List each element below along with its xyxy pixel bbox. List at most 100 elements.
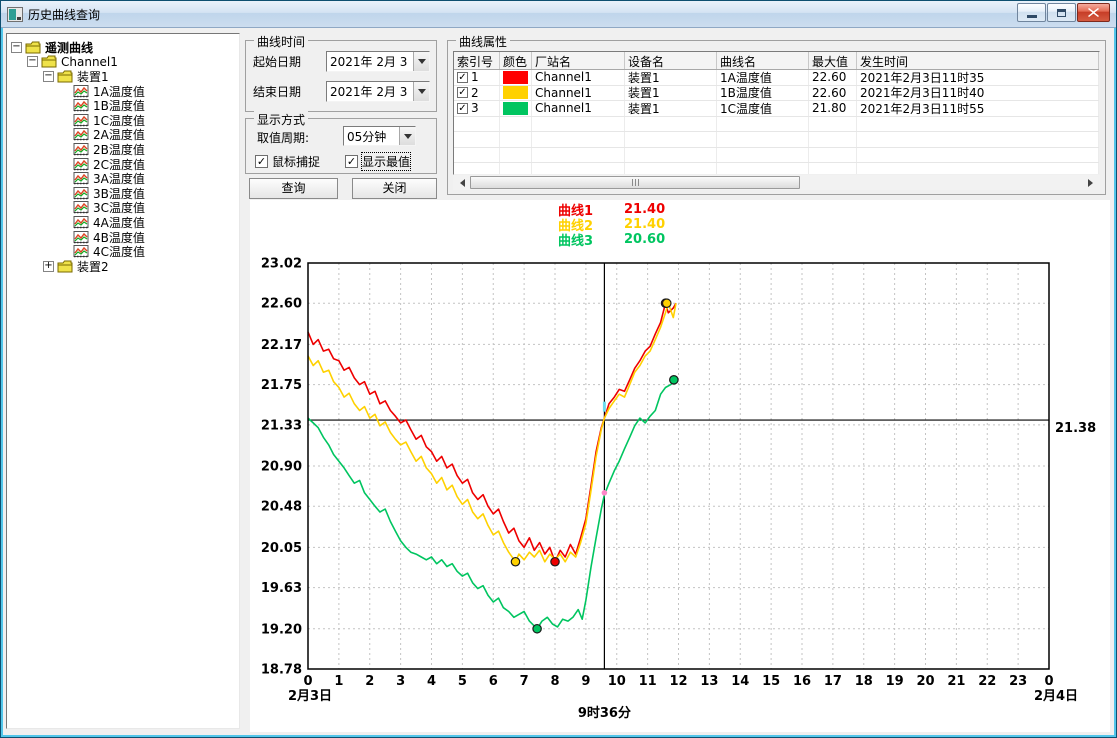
curve-index: 1 [471, 70, 479, 84]
tree-item-4A温度值[interactable]: 4A温度值 [7, 215, 239, 230]
y-tick-label: 20.05 [261, 541, 302, 556]
tree-item-label: Channel1 [61, 55, 118, 69]
curve-visible-checkbox[interactable]: ✓ [457, 72, 468, 83]
curve-visible-checkbox[interactable]: ✓ [457, 103, 468, 114]
end-date-dropdown-icon[interactable] [413, 82, 429, 101]
y-tick-label: 19.20 [261, 622, 302, 637]
tree-item-3A温度值[interactable]: 3A温度值 [7, 171, 239, 186]
tree-item-3C温度值[interactable]: 3C温度值 [7, 201, 239, 216]
tree-item-1C温度值[interactable]: 1C温度值 [7, 113, 239, 128]
tree-item-Channel1[interactable]: − Channel1 [7, 55, 239, 70]
tree-item-遥测曲线[interactable]: −遥测曲线 [7, 40, 239, 55]
tree-item-label: 装置2 [77, 258, 109, 275]
column-header[interactable]: 颜色 [500, 52, 532, 69]
crosshair-time-label: 9时36分 [578, 705, 631, 721]
cell-device: 装置1 [625, 86, 717, 101]
y-tick-label: 20.90 [261, 460, 302, 475]
curve-icon [73, 143, 89, 156]
tree-item-4C温度值[interactable]: 4C温度值 [7, 244, 239, 259]
curve-visible-checkbox[interactable]: ✓ [457, 87, 468, 98]
collapse-icon[interactable]: − [43, 71, 54, 82]
table-empty-row [454, 148, 1099, 164]
collapse-icon[interactable]: − [11, 42, 22, 53]
mouse-capture-checkbox[interactable]: ✓ 鼠标捕捉 [255, 153, 320, 170]
period-dropdown-icon[interactable] [399, 127, 415, 145]
min-marker-曲线3 [533, 625, 541, 633]
x-date-left: 2月3日 [288, 689, 332, 704]
tree-item-3B温度值[interactable]: 3B温度值 [7, 186, 239, 201]
tree-item-2A温度值[interactable]: 2A温度值 [7, 128, 239, 143]
show-extremes-checkbox-box[interactable]: ✓ [345, 155, 358, 168]
show-extremes-checkbox[interactable]: ✓ 显示最值 [345, 153, 410, 170]
table-row[interactable]: ✓1Channel1装置11A温度值22.602021年2月3日11时35 [454, 70, 1099, 86]
tree-item-2C温度值[interactable]: 2C温度值 [7, 157, 239, 172]
query-button[interactable]: 查询 [249, 178, 338, 199]
folder-icon [41, 55, 57, 68]
x-tick-label: 9 [581, 674, 590, 689]
period-combo[interactable]: 05分钟 [343, 126, 416, 146]
x-tick-label: 8 [550, 674, 559, 689]
cell-device: 装置1 [625, 101, 717, 116]
curve-icon [73, 245, 89, 258]
legend-row: 曲线3 20.60 [558, 232, 665, 247]
curve-color-swatch [503, 86, 528, 99]
period-value: 05分钟 [344, 128, 399, 145]
end-date-label: 结束日期 [253, 83, 301, 100]
snap-indicator [602, 490, 608, 496]
curve-time-group: 曲线时间 起始日期 2021年 2月 3 结束日期 2021年 2月 3 [245, 40, 437, 112]
y-tick-label: 18.78 [261, 663, 302, 678]
x-tick-label: 19 [886, 674, 904, 689]
curve-properties-group-title: 曲线属性 [456, 33, 510, 50]
column-header[interactable]: 发生时间 [857, 52, 1099, 69]
tree-item-装置1[interactable]: −装置1 [7, 69, 239, 84]
curve-icon [73, 158, 89, 171]
y-tick-label: 22.17 [261, 338, 302, 353]
collapse-icon[interactable]: − [27, 56, 38, 67]
scroll-left-icon[interactable] [453, 175, 468, 190]
minimize-button[interactable] [1017, 3, 1046, 22]
tree-item-2B温度值[interactable]: 2B温度值 [7, 142, 239, 157]
curve-icon [73, 201, 89, 214]
start-date-dropdown-icon[interactable] [413, 52, 429, 71]
start-date-combo[interactable]: 2021年 2月 3 [326, 51, 430, 72]
end-date-combo[interactable]: 2021年 2月 3 [326, 81, 430, 102]
snap-indicator [603, 402, 606, 412]
x-tick-label: 11 [639, 674, 657, 689]
tree-item-1A温度值[interactable]: 1A温度值 [7, 84, 239, 99]
column-header[interactable]: 曲线名 [717, 52, 809, 69]
curve-time-group-title: 曲线时间 [254, 33, 308, 50]
tree-item-1B温度值[interactable]: 1B温度值 [7, 98, 239, 113]
legend-curve-name: 曲线3 [558, 230, 610, 249]
column-header[interactable]: 设备名 [625, 52, 717, 69]
x-tick-label: 12 [669, 674, 687, 689]
x-tick-label: 18 [855, 674, 873, 689]
cell-curve: 1C温度值 [717, 101, 809, 116]
x-tick-label: 6 [489, 674, 498, 689]
x-tick-label: 21 [947, 674, 965, 689]
maximize-button[interactable] [1047, 3, 1076, 22]
table-row[interactable]: ✓2Channel1装置11B温度值22.602021年2月3日11时40 [454, 86, 1099, 102]
cell-curve: 1B温度值 [717, 86, 809, 101]
crosshair-value-label: 21.38 [1055, 421, 1096, 436]
expand-icon[interactable]: + [43, 261, 54, 272]
display-mode-group-title: 显示方式 [254, 111, 308, 128]
table-row[interactable]: ✓3Channel1装置11C温度值21.802021年2月3日11时55 [454, 101, 1099, 117]
column-header[interactable]: 厂站名 [532, 52, 625, 69]
scrollbar-thumb[interactable] [470, 176, 800, 189]
curve-icon [73, 187, 89, 200]
x-tick-label: 13 [700, 674, 718, 689]
close-button[interactable] [1077, 3, 1110, 22]
table-horizontal-scrollbar[interactable] [453, 175, 1100, 190]
tree-item-装置2[interactable]: + 装置2 [7, 259, 239, 274]
close-dialog-button[interactable]: 关闭 [352, 178, 437, 199]
curve-properties-group: 曲线属性 索引号颜色厂站名设备名曲线名最大值发生时间✓1Channel1装置11… [447, 40, 1106, 195]
legend-curve-value: 20.60 [624, 232, 665, 247]
close-icon [1088, 8, 1099, 17]
column-header[interactable]: 最大值 [809, 52, 857, 69]
column-header[interactable]: 索引号 [454, 52, 500, 69]
x-tick-label: 0 [303, 674, 312, 689]
curve-icon [73, 128, 89, 141]
tree-item-4B温度值[interactable]: 4B温度值 [7, 230, 239, 245]
mouse-capture-checkbox-box[interactable]: ✓ [255, 155, 268, 168]
scroll-right-icon[interactable] [1085, 175, 1100, 190]
